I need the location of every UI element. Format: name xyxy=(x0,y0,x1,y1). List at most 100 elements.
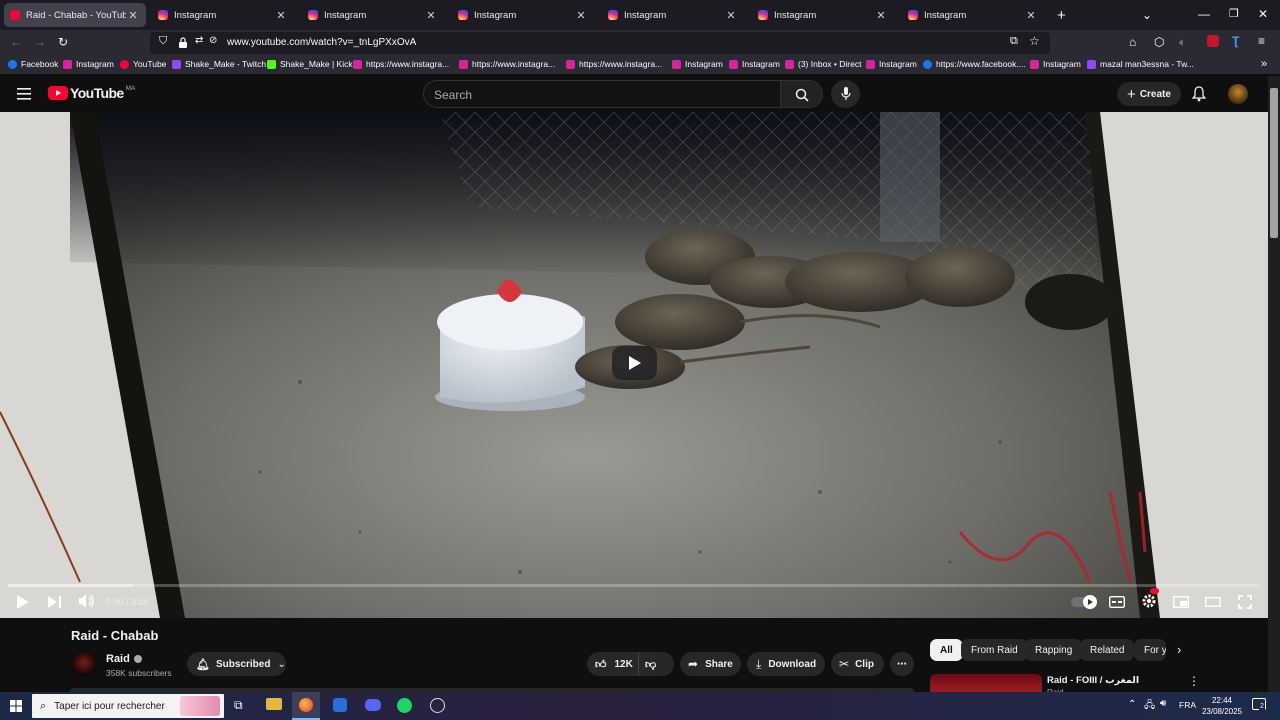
permissions-icon[interactable]: ⇄ xyxy=(195,35,203,46)
voice-search-button[interactable] xyxy=(831,80,860,108)
clock[interactable]: 22:44 23/08/2025 xyxy=(1200,695,1244,717)
extensions-icon[interactable]: ⬡ xyxy=(1154,35,1164,49)
language-indicator[interactable]: FRA xyxy=(1179,700,1196,710)
clip-button[interactable]: ✂ Clip xyxy=(831,652,884,676)
progress-bar[interactable] xyxy=(8,584,1260,587)
chip-for-you[interactable]: For y xyxy=(1134,639,1166,661)
show-hidden-icons-chevron-icon[interactable]: ⌃ xyxy=(1128,699,1136,710)
notification-center-icon[interactable]: 2 xyxy=(1252,698,1266,710)
volume-icon[interactable] xyxy=(79,594,95,608)
bookmark-item[interactable]: Facebook xyxy=(8,59,58,69)
list-tabs-chevron-icon[interactable]: ⌄ xyxy=(1142,8,1152,22)
bookmark-star-icon[interactable]: ☆ xyxy=(1029,34,1040,48)
reload-icon[interactable]: ↻ xyxy=(58,35,68,49)
menu-hamburger-icon[interactable]: ≡ xyxy=(1258,34,1265,48)
miniplayer-icon[interactable] xyxy=(1173,596,1189,608)
tab-instagram[interactable]: Instagram ✕ xyxy=(902,3,1044,27)
account-avatar[interactable] xyxy=(1228,84,1248,104)
close-tab-icon[interactable]: ✕ xyxy=(574,9,588,22)
translate-extension-icon[interactable]: Ʈ xyxy=(1232,34,1239,48)
guide-menu-icon[interactable] xyxy=(17,88,31,100)
url-text[interactable]: www.youtube.com/watch?v=_tnLgPXxOvA xyxy=(227,37,416,48)
chip-rapping[interactable]: Rapping xyxy=(1025,639,1083,661)
close-tab-icon[interactable]: ✕ xyxy=(874,9,888,22)
tracking-protection-icon[interactable]: ⊘ xyxy=(209,35,217,46)
bookmark-item[interactable]: https://www.facebook.... xyxy=(923,59,1026,69)
tab-instagram[interactable]: Instagram ✕ xyxy=(752,3,894,27)
task-view-icon[interactable]: ⧉ xyxy=(234,698,243,713)
recommendation-more-vertical-icon[interactable]: ⋮ xyxy=(1188,674,1200,688)
bookmark-item[interactable]: Instagram xyxy=(63,59,114,69)
close-tab-icon[interactable]: ✕ xyxy=(1024,9,1038,22)
tab-instagram[interactable]: Instagram ✕ xyxy=(452,3,594,27)
close-tab-icon[interactable]: ✕ xyxy=(274,9,288,22)
bookmark-item[interactable]: YouTube xyxy=(120,59,166,69)
bookmark-item[interactable]: Instagram xyxy=(1030,59,1081,69)
bookmark-item[interactable]: Instagram xyxy=(729,59,780,69)
home-icon[interactable]: ⌂ xyxy=(1129,35,1136,49)
channel-avatar[interactable] xyxy=(71,651,97,677)
spotify-icon[interactable] xyxy=(397,698,412,713)
shield-icon[interactable]: ⛉ xyxy=(159,35,167,48)
bookmark-item[interactable]: (3) Inbox • Direct xyxy=(785,59,861,69)
bookmark-item[interactable]: Shake_Make - Twitch xyxy=(172,59,266,69)
chip-all[interactable]: All xyxy=(930,639,963,661)
recommendation-thumbnail[interactable] xyxy=(930,674,1042,692)
download-button[interactable]: ⤓ Download xyxy=(747,652,825,676)
windows-start-icon[interactable] xyxy=(10,700,22,712)
audio-icon[interactable]: 🔈︎ xyxy=(1179,35,1186,50)
recommendation-title[interactable]: Raid - FOIII / المغرب xyxy=(1047,675,1139,686)
subscribed-button[interactable]: 🔔︎ Subscribed ⌄ xyxy=(187,652,286,676)
bookmark-item[interactable]: Instagram xyxy=(672,59,723,69)
bookmark-item[interactable]: https://www.instagra... xyxy=(353,59,449,69)
tab-instagram[interactable]: Instagram ✕ xyxy=(602,3,744,27)
tab-youtube[interactable]: Raid - Chabab - YouTube ✕ xyxy=(4,3,146,27)
network-icon[interactable]: 🖧︎ xyxy=(1144,698,1155,715)
store-icon[interactable] xyxy=(333,698,347,712)
restore-window-icon[interactable]: ❐ xyxy=(1229,7,1239,20)
video-player[interactable]: 0:00 / 3:44 xyxy=(0,112,1268,618)
search-button[interactable] xyxy=(780,80,823,108)
tab-instagram[interactable]: Instagram ✕ xyxy=(302,3,444,27)
bookmark-item[interactable]: Instagram xyxy=(866,59,917,69)
close-window-icon[interactable]: ✕ xyxy=(1258,7,1268,21)
back-arrow-icon[interactable]: ← xyxy=(10,35,22,49)
picture-in-picture-icon[interactable]: ⧉ xyxy=(1010,35,1018,48)
bookmark-item[interactable]: https://www.instagra... xyxy=(566,59,662,69)
minimize-window-icon[interactable]: — xyxy=(1198,7,1210,21)
theater-mode-icon[interactable] xyxy=(1205,597,1221,607)
fullscreen-icon[interactable] xyxy=(1238,595,1252,609)
chips-next-chevron-icon[interactable]: › xyxy=(1177,642,1181,657)
autoplay-toggle[interactable] xyxy=(1071,595,1097,609)
lock-icon[interactable] xyxy=(178,37,188,49)
bookmark-item[interactable]: Shake_Make | Kick xyxy=(267,59,353,69)
close-tab-icon[interactable]: ✕ xyxy=(424,9,438,22)
close-tab-icon[interactable]: ✕ xyxy=(724,9,738,22)
scrollbar-thumb[interactable] xyxy=(1270,88,1278,238)
play-pause-icon[interactable] xyxy=(17,595,29,609)
tab-instagram[interactable]: Instagram ✕ xyxy=(152,3,294,27)
page-scrollbar[interactable] xyxy=(1268,76,1280,692)
obs-icon[interactable] xyxy=(430,698,445,713)
share-button[interactable]: ➦ Share xyxy=(680,652,741,676)
youtube-logo[interactable]: YouTube MA xyxy=(48,85,135,101)
chip-related[interactable]: Related xyxy=(1080,639,1135,661)
like-button[interactable]: 👍︎ 12K xyxy=(587,652,639,676)
channel-name-link[interactable]: Raid xyxy=(106,653,142,665)
dislike-button[interactable]: 👎︎ xyxy=(645,652,671,676)
discord-icon[interactable] xyxy=(365,699,381,711)
notifications-bell-icon[interactable] xyxy=(1192,86,1206,102)
chip-from-raid[interactable]: From Raid xyxy=(961,639,1028,661)
search-input[interactable]: Search xyxy=(423,80,781,108)
create-button[interactable]: + Create xyxy=(1117,82,1181,106)
url-bar[interactable]: ⛉ ⇄ ⊘ www.youtube.com/watch?v=_tnLgPXxOv… xyxy=(150,32,1050,54)
next-video-icon[interactable] xyxy=(48,596,62,608)
volume-tray-icon[interactable]: 🔊︎ xyxy=(1160,698,1166,709)
subtitles-icon[interactable] xyxy=(1109,596,1125,608)
forward-arrow-icon[interactable]: → xyxy=(34,35,46,49)
bookmark-item[interactable]: mazal man3essna - Tw... xyxy=(1087,59,1194,69)
close-tab-icon[interactable]: ✕ xyxy=(126,9,140,22)
file-explorer-icon[interactable] xyxy=(266,698,282,710)
settings-button[interactable] xyxy=(1141,588,1159,609)
new-tab-plus-icon[interactable]: + xyxy=(1057,7,1066,24)
